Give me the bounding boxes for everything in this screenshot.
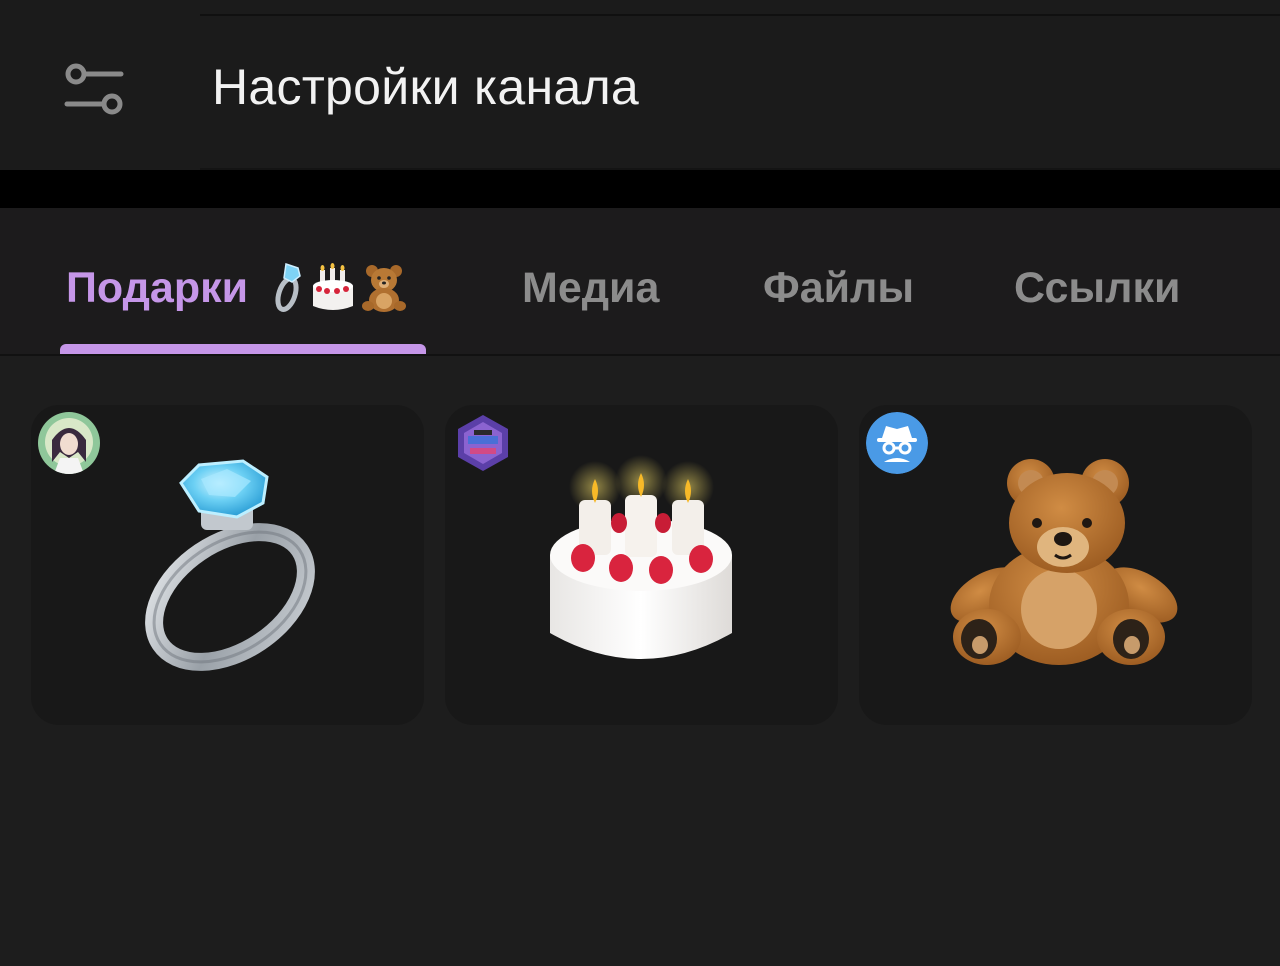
separator-band (0, 170, 1280, 208)
tab-emojis (270, 262, 408, 314)
sender-avatar[interactable] (452, 412, 514, 474)
tab-bar: Подарки Медиа Файлы Ссылки (0, 208, 1280, 356)
settings-button[interactable] (50, 50, 140, 130)
active-tab-indicator (60, 344, 426, 354)
sliders-icon (64, 63, 124, 115)
divider (200, 14, 1280, 16)
sender-avatar[interactable] (38, 412, 100, 474)
tab-links[interactable]: Ссылки (1014, 258, 1180, 318)
incognito-spy-avatar (866, 412, 928, 474)
ring-icon (275, 263, 301, 312)
anime-character-avatar (38, 412, 100, 474)
teddy-bear-icon (362, 265, 407, 312)
tab-label: Подарки (66, 263, 249, 312)
page-title: Настройки канала (212, 59, 640, 115)
hexagon-collage-avatar (458, 415, 508, 471)
gift-card-cake[interactable] (445, 405, 838, 725)
tab-media[interactable]: Медиа (522, 258, 659, 318)
channel-gifts-screen: Настройки канала Подарки Медиа Файлы Ссы… (0, 0, 1280, 966)
cake-icon (313, 263, 354, 310)
tab-files[interactable]: Файлы (763, 258, 914, 318)
gift-card-teddy-bear[interactable] (859, 405, 1252, 725)
sender-avatar[interactable] (866, 412, 928, 474)
header-bar: Настройки канала (0, 0, 1280, 170)
tab-gifts[interactable]: Подарки (66, 258, 408, 318)
gift-card-ring[interactable] (31, 405, 424, 725)
